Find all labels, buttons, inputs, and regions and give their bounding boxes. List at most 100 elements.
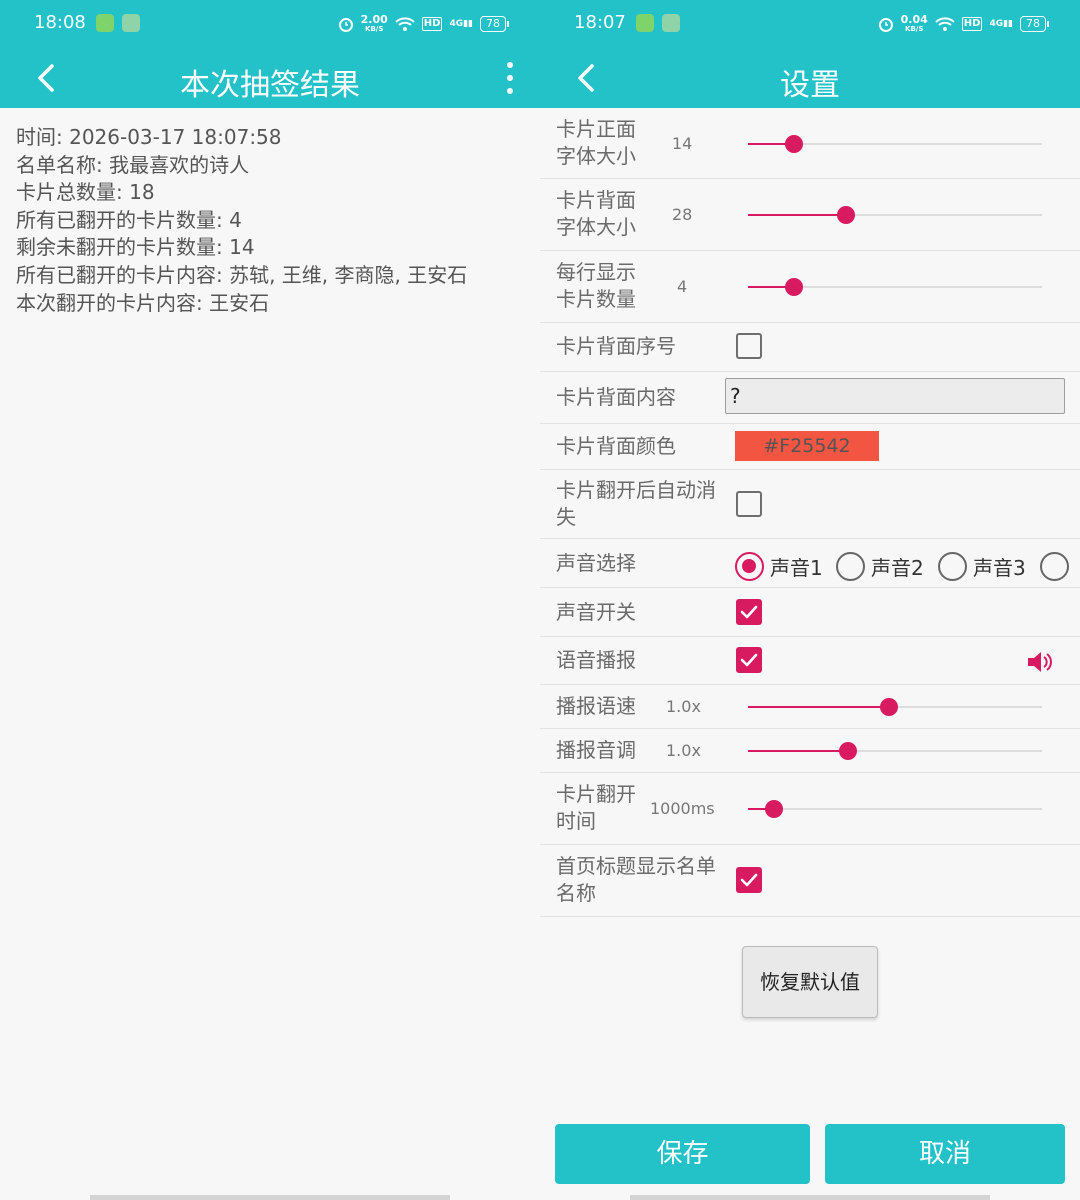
slider-thumb[interactable] <box>765 800 784 818</box>
setting-sound-select: 声音选择 声音1 声音2 声音3 <box>540 539 1080 588</box>
setting-label: 卡片背面序号 <box>556 334 676 358</box>
hd-icon: HD <box>961 17 983 31</box>
info-total-cards: 卡片总数量: 18 <box>16 180 155 205</box>
info-current-content: 本次翻开的卡片内容: 王安石 <box>16 290 270 315</box>
status-time: 18:08 <box>34 12 86 33</box>
setting-label: 声音开关 <box>556 600 636 624</box>
setting-label: 卡片背面 字体大小 <box>556 188 636 239</box>
status-bar: 18:08 2.00 KB/S HD 4G▮▮ 78 <box>0 0 540 48</box>
setting-label: 卡片翻开后自动消失 <box>556 478 716 529</box>
setting-value: 14 <box>672 134 693 153</box>
slider-thumb[interactable] <box>784 278 803 296</box>
result-info: 时间: 2026-03-17 18:07:58 名单名称: 我最喜欢的诗人 卡片… <box>16 124 467 317</box>
setting-label: 语音播报 <box>556 648 636 672</box>
signal-icon: 4G▮▮ <box>449 19 473 29</box>
checkmark-icon <box>740 605 758 619</box>
setting-label: 每行显示 卡片数量 <box>556 260 636 311</box>
page-title: 本次抽签结果 <box>180 68 360 103</box>
setting-label: 卡片翻开 时间 <box>556 782 636 833</box>
back-index-checkbox[interactable] <box>736 333 762 359</box>
shield-app-icon <box>662 14 680 32</box>
message-app-icon <box>636 14 654 32</box>
page-title: 设置 <box>780 68 840 103</box>
setting-value: 4 <box>677 277 688 296</box>
navigation-bar <box>630 1195 990 1200</box>
setting-voice-broadcast: 语音播报 <box>540 637 1080 685</box>
status-time: 18:07 <box>574 12 626 33</box>
setting-cards-per-row: 每行显示 卡片数量 4 <box>540 251 1080 323</box>
speech-pitch-slider[interactable] <box>748 739 1042 763</box>
setting-sound-switch: 声音开关 <box>540 588 1080 637</box>
speaker-icon[interactable] <box>1026 650 1054 674</box>
checkmark-icon <box>740 873 758 887</box>
info-time: 时间: 2026-03-17 18:07:58 <box>16 125 282 149</box>
auto-hide-checkbox[interactable] <box>736 491 762 517</box>
setting-value: 1000ms <box>650 799 715 818</box>
slider-thumb[interactable] <box>837 206 856 224</box>
result-screen: 18:08 2.00 KB/S HD 4G▮▮ 78 本次抽签结果 时间: 202… <box>0 0 540 1200</box>
alarm-icon <box>338 18 353 32</box>
wifi-icon <box>395 17 415 31</box>
network-speed: 2.00 KB/S <box>360 13 388 33</box>
setting-show-list-name: 首页标题显示名单 名称 <box>540 845 1080 917</box>
checkmark-icon <box>740 653 758 667</box>
setting-front-font-size: 卡片正面 字体大小 14 <box>540 108 1080 179</box>
setting-value: 1.0x <box>666 741 701 760</box>
sound-switch-checkbox[interactable] <box>736 599 762 625</box>
setting-speech-pitch: 播报音调 1.0x <box>540 729 1080 773</box>
sound-option-2[interactable]: 声音2 <box>836 552 924 581</box>
show-list-name-checkbox[interactable] <box>736 867 762 893</box>
setting-label: 播报音调 <box>556 738 636 762</box>
info-opened-content: 所有已翻开的卡片内容: 苏轼, 王维, 李商隐, 王安石 <box>16 262 468 287</box>
network-speed: 0.04 KB/S <box>900 13 928 33</box>
settings-screen: 18:07 0.04 KB/S HD 4G▮▮ 78 设置 卡片正面 字体大小 14… <box>540 0 1080 1200</box>
info-opened-count: 所有已翻开的卡片数量: 4 <box>16 207 242 232</box>
status-indicators: 0.04 KB/S HD 4G▮▮ 78 <box>878 12 1049 36</box>
setting-label: 卡片背面内容 <box>556 385 676 409</box>
app-bar: 本次抽签结果 <box>0 48 540 108</box>
speech-rate-slider[interactable] <box>748 695 1042 719</box>
setting-label: 首页标题显示名单 名称 <box>556 854 716 905</box>
setting-back-font-size: 卡片背面 字体大小 28 <box>540 179 1080 251</box>
back-font-slider[interactable] <box>748 203 1042 227</box>
setting-value: 28 <box>672 205 693 224</box>
setting-auto-hide: 卡片翻开后自动消失 <box>540 470 1080 539</box>
sound-option-3[interactable]: 声音3 <box>938 552 1026 581</box>
slider-thumb[interactable] <box>880 698 899 716</box>
back-content-input[interactable]: ? <box>725 378 1065 414</box>
slider-thumb[interactable] <box>784 135 803 153</box>
sound-option-more[interactable] <box>1040 552 1069 581</box>
shield-app-icon <box>122 14 140 32</box>
info-remaining-count: 剩余未翻开的卡片数量: 14 <box>16 235 255 260</box>
battery-icon: 78 <box>1020 16 1049 32</box>
voice-broadcast-checkbox[interactable] <box>736 647 762 673</box>
save-button[interactable]: 保存 <box>555 1124 810 1184</box>
setting-back-index: 卡片背面序号 <box>540 323 1080 372</box>
signal-icon: 4G▮▮ <box>989 19 1013 29</box>
setting-back-color: 卡片背面颜色 #F25542 <box>540 424 1080 470</box>
flip-time-slider[interactable] <box>748 797 1042 821</box>
sound-option-1[interactable]: 声音1 <box>735 552 823 581</box>
back-color-swatch[interactable]: #F25542 <box>735 431 879 461</box>
setting-flip-time: 卡片翻开 时间 1000ms <box>540 773 1080 845</box>
more-options-icon[interactable] <box>500 58 520 98</box>
restore-defaults-button[interactable]: 恢复默认值 <box>742 946 878 1018</box>
setting-value: 1.0x <box>666 697 701 716</box>
cards-per-row-slider[interactable] <box>748 275 1042 299</box>
cancel-button[interactable]: 取消 <box>825 1124 1065 1184</box>
wifi-icon <box>935 17 955 31</box>
hd-icon: HD <box>421 17 443 31</box>
app-bar: 设置 <box>540 48 1080 108</box>
status-indicators: 2.00 KB/S HD 4G▮▮ 78 <box>338 12 509 36</box>
info-list-name: 名单名称: 我最喜欢的诗人 <box>16 152 250 177</box>
setting-label: 卡片背面颜色 <box>556 434 676 458</box>
setting-label: 播报语速 <box>556 694 636 718</box>
setting-back-content: 卡片背面内容 ? <box>540 372 1080 424</box>
battery-icon: 78 <box>480 16 509 32</box>
setting-label: 声音选择 <box>556 551 636 575</box>
front-font-slider[interactable] <box>748 132 1042 156</box>
message-app-icon <box>96 14 114 32</box>
setting-label: 卡片正面 字体大小 <box>556 117 636 168</box>
slider-thumb[interactable] <box>838 742 857 760</box>
navigation-bar <box>90 1195 450 1200</box>
